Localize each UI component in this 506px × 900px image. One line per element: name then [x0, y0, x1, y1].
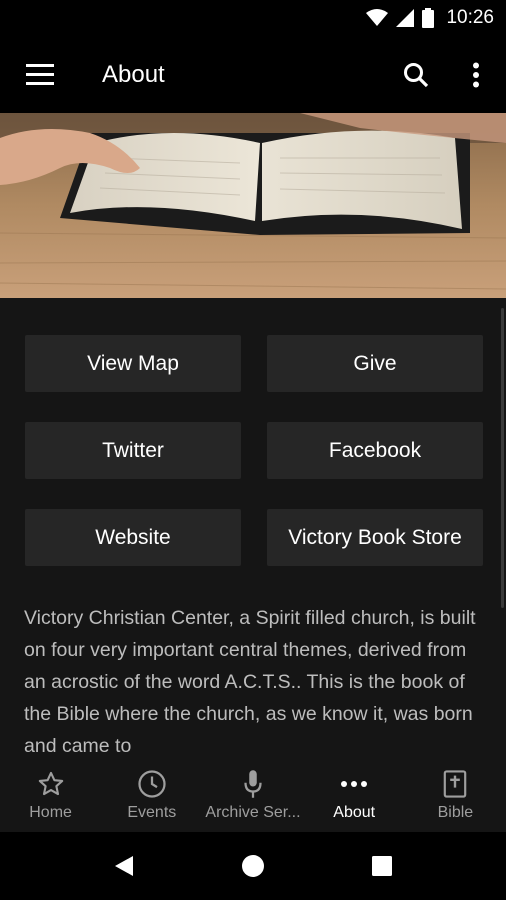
status-time: 10:26: [446, 7, 494, 28]
back-icon[interactable]: [94, 836, 154, 896]
give-button[interactable]: Give: [267, 335, 483, 392]
nav-events-label: Events: [127, 804, 177, 821]
facebook-button[interactable]: Facebook: [267, 422, 483, 479]
book-store-button[interactable]: Victory Book Store: [267, 509, 483, 566]
home-circle-icon[interactable]: [223, 836, 283, 896]
twitter-button[interactable]: Twitter: [25, 422, 241, 479]
nav-home[interactable]: Home: [0, 760, 101, 832]
status-bar: 10:26: [0, 0, 506, 36]
wifi-icon: [366, 9, 389, 27]
battery-icon: [422, 8, 435, 28]
nav-archive-label: Archive Ser...: [205, 804, 301, 821]
nav-bible[interactable]: Bible: [405, 760, 506, 832]
nav-bible-label: Bible: [437, 804, 474, 821]
signal-icon: [396, 9, 415, 27]
app-bar: About: [0, 36, 506, 113]
search-icon[interactable]: [386, 36, 446, 113]
website-button[interactable]: Website: [25, 509, 241, 566]
about-content: View Map Give Twitter Facebook Website V…: [0, 298, 506, 760]
more-horiz-icon: [340, 768, 368, 800]
nav-home-label: Home: [29, 804, 72, 821]
bottom-navigation: Home Events Archive Ser... About Bible: [0, 760, 506, 832]
about-screen: 10:26 About View Map Give Twitter Facebo…: [0, 0, 506, 900]
clock-icon: [137, 768, 167, 800]
nav-about-label: About: [333, 804, 376, 821]
link-buttons: View Map Give Twitter Facebook Website V…: [25, 335, 483, 566]
more-vert-icon[interactable]: [446, 36, 506, 113]
about-description: Victory Christian Center, a Spirit fille…: [24, 607, 476, 757]
recents-square-icon[interactable]: [352, 836, 412, 896]
star-icon: [37, 768, 65, 800]
nav-events[interactable]: Events: [101, 760, 202, 832]
scrollbar[interactable]: [501, 308, 504, 608]
view-map-button[interactable]: View Map: [25, 335, 241, 392]
nav-about[interactable]: About: [304, 760, 405, 832]
page-title: About: [102, 60, 165, 88]
hero-image: [0, 113, 506, 298]
hamburger-menu-icon[interactable]: [0, 36, 80, 113]
microphone-icon: [242, 768, 264, 800]
system-navigation-bar: [0, 832, 506, 900]
bible-icon: [443, 768, 467, 800]
nav-archive-sermons[interactable]: Archive Ser...: [202, 760, 303, 832]
